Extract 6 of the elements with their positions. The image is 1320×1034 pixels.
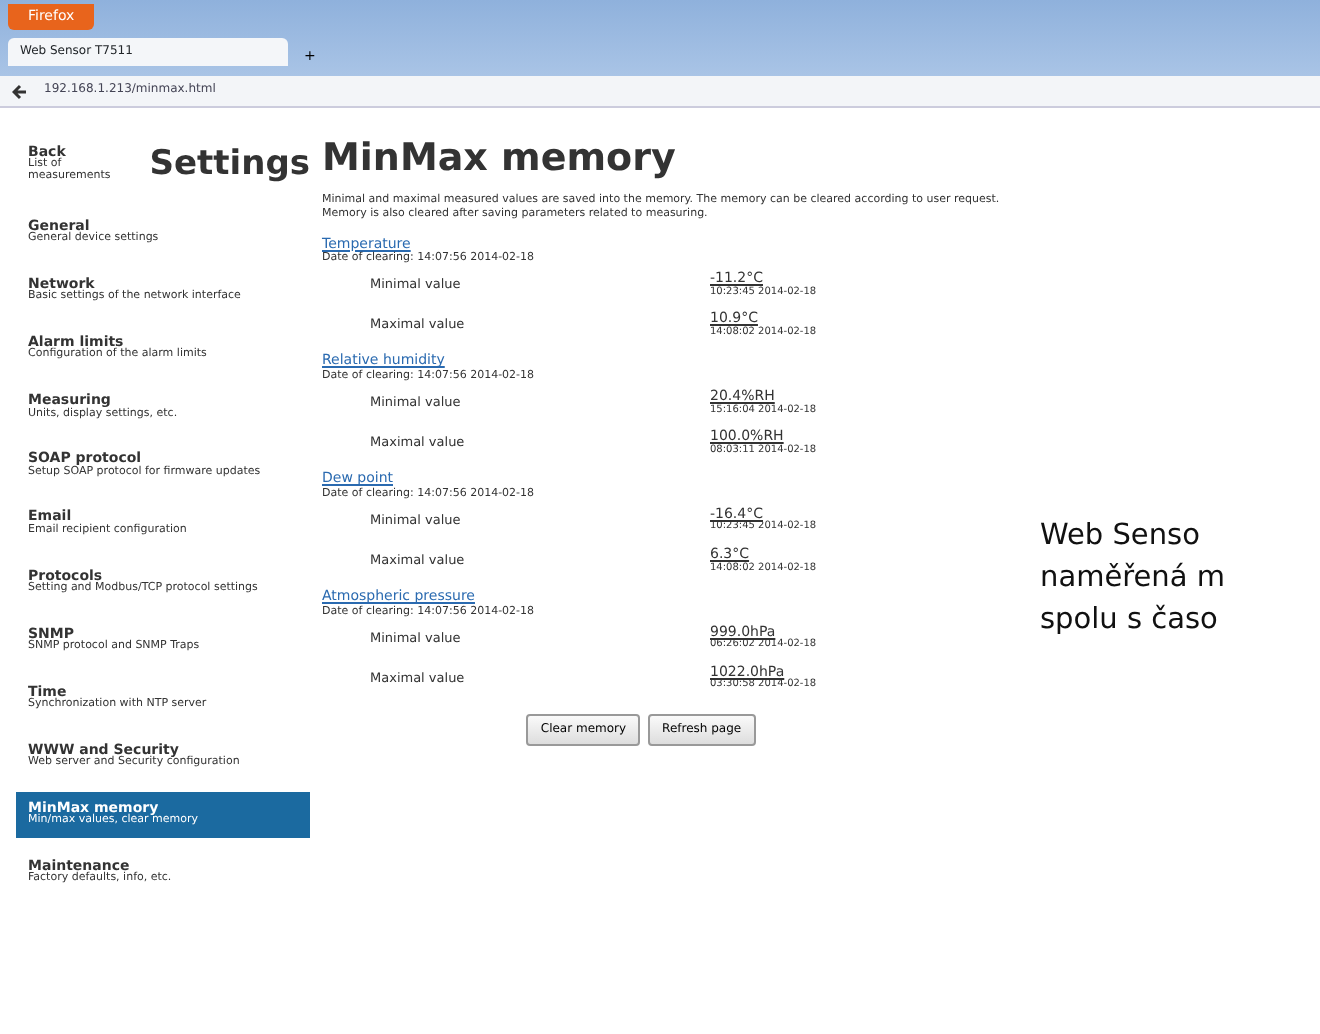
page-title: MinMax memory [322, 136, 678, 182]
sidebar-title: Settings [149, 146, 310, 184]
article-text-line: Web Senso [1040, 518, 1202, 556]
back-icon[interactable] [12, 83, 28, 99]
article-text-line: spolu s časo [1040, 602, 1220, 640]
article-text-line: naměřená m [1040, 560, 1225, 598]
